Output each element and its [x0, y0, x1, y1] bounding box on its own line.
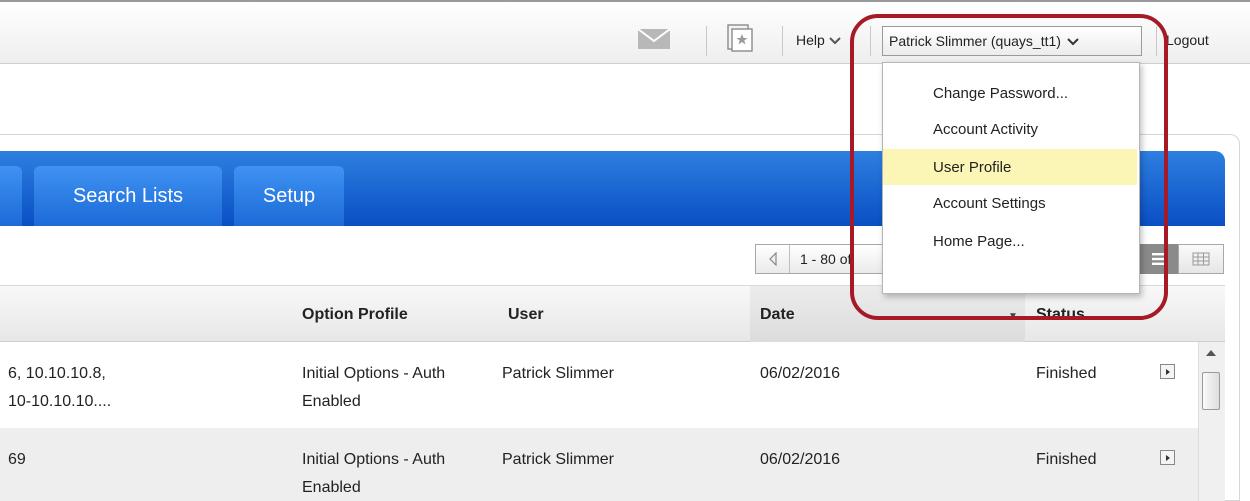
- chevron-down-icon: [829, 32, 841, 48]
- user-cell: Patrick Slimmer: [502, 365, 615, 382]
- user-cell: Patrick Slimmer: [502, 451, 615, 468]
- logout-link[interactable]: Logout: [1166, 32, 1209, 48]
- top-header: Help Patrick Slimmer (quays_tt1) Logout: [0, 0, 1250, 64]
- target-cell: 6, 10.10.10.8, 10-10.10.10....: [8, 360, 111, 416]
- menu-item-account-activity[interactable]: Account Activity: [883, 111, 1137, 147]
- menu-item-account-settings[interactable]: Account Settings: [883, 185, 1137, 221]
- target-text: 6, 10.10.10.8,: [8, 365, 106, 382]
- tab-label: Search Lists: [72, 184, 184, 207]
- table-row[interactable]: 6, 10.10.10.8, 10-10.10.10.... Initial O…: [0, 342, 1200, 428]
- column-header-status[interactable]: Status: [1036, 306, 1085, 324]
- table-row[interactable]: 69 Initial Options - Auth Enabled Patric…: [0, 428, 1200, 501]
- tab-label: Setup: [262, 184, 316, 207]
- menu-item-label: Change Password...: [933, 84, 1069, 102]
- target-cell: 69: [8, 446, 26, 474]
- menu-item-label: Home Page...: [933, 232, 1025, 250]
- user-name-label: Patrick Slimmer (quays_tt1): [889, 33, 1061, 49]
- column-header-date[interactable]: Date: [760, 306, 795, 324]
- vertical-scrollbar[interactable]: [1198, 342, 1225, 501]
- column-header-option-profile[interactable]: Option Profile: [302, 306, 408, 324]
- menu-item-label: Account Settings: [933, 194, 1046, 212]
- list-view-icon: [1152, 253, 1166, 265]
- tab-search-lists[interactable]: Search Lists: [34, 166, 222, 226]
- row-action-icon[interactable]: [1160, 450, 1175, 465]
- scroll-up-arrow-icon[interactable]: [1206, 350, 1216, 356]
- header-divider: [1156, 26, 1157, 56]
- menu-item-change-password[interactable]: Change Password...: [883, 75, 1137, 111]
- option-profile-text: Enabled: [302, 479, 361, 496]
- previous-page-button[interactable]: [756, 245, 790, 273]
- tab-setup[interactable]: Setup: [234, 166, 344, 226]
- chevron-down-icon: [1067, 33, 1079, 49]
- target-text: 69: [8, 451, 26, 468]
- mail-icon[interactable]: [637, 28, 671, 50]
- menu-item-label: User Profile: [933, 158, 1012, 176]
- help-menu-button[interactable]: Help: [796, 32, 841, 48]
- help-label: Help: [796, 32, 825, 48]
- option-profile-cell: Initial Options - Auth Enabled: [302, 360, 445, 416]
- date-cell: 06/02/2016: [760, 451, 841, 468]
- option-profile-text: Initial Options - Auth: [302, 365, 446, 382]
- status-cell: Finished: [1036, 451, 1097, 468]
- status-cell: Finished: [1036, 365, 1097, 382]
- sort-descending-icon: ▼: [1008, 311, 1018, 322]
- grid-view-button[interactable]: [1178, 244, 1224, 274]
- view-toggle: [1140, 244, 1224, 274]
- date-cell: 06/02/2016: [760, 365, 841, 382]
- column-header-user[interactable]: User: [508, 306, 544, 324]
- scroll-thumb[interactable]: [1202, 372, 1220, 410]
- grid-view-icon: [1192, 252, 1210, 266]
- report-icon[interactable]: [724, 22, 754, 52]
- target-text: 10-10.10.10....: [8, 393, 112, 410]
- row-action-icon[interactable]: [1160, 364, 1175, 379]
- option-profile-text: Enabled: [302, 393, 361, 410]
- user-account-menu: Change Password... Account Activity User…: [882, 62, 1140, 294]
- header-divider: [782, 26, 783, 56]
- tab-previous[interactable]: [0, 166, 22, 226]
- list-view-button[interactable]: [1140, 244, 1178, 274]
- user-account-button[interactable]: Patrick Slimmer (quays_tt1): [882, 26, 1142, 56]
- chevron-left-icon: [768, 252, 777, 266]
- header-divider: [870, 26, 871, 56]
- option-profile-text: Initial Options - Auth: [302, 451, 446, 468]
- menu-item-user-profile[interactable]: User Profile: [883, 149, 1137, 185]
- menu-item-label: Account Activity: [933, 120, 1039, 138]
- menu-item-home-page[interactable]: Home Page...: [883, 223, 1137, 259]
- option-profile-cell: Initial Options - Auth Enabled: [302, 446, 445, 501]
- header-divider: [706, 26, 707, 56]
- table-header: Option Profile User Date ▼ Status: [0, 286, 1225, 342]
- page-range-text: 1 - 80 of: [800, 251, 852, 267]
